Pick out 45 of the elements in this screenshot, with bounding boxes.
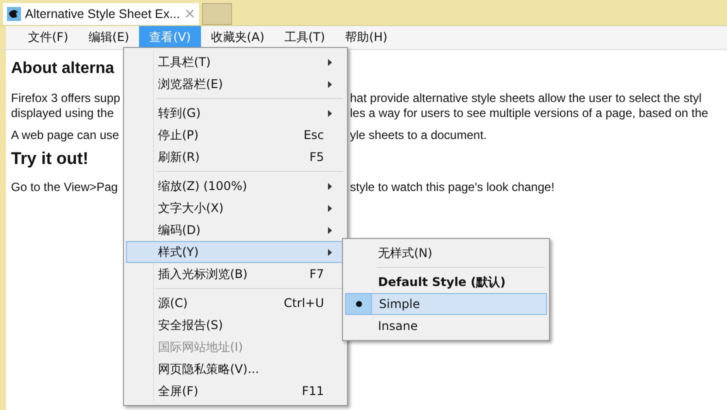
menu-item[interactable]: 插入光标浏览(B) F7: [126, 263, 345, 285]
page-text: Go to the View>Pag: [11, 180, 119, 195]
menu-item[interactable]: 安全报告(S): [126, 314, 345, 336]
submenu-arrow-icon: [328, 58, 332, 66]
page-text: style to watch this page's look change!: [350, 180, 556, 195]
menu-bar-item[interactable]: 帮助(H): [335, 26, 398, 49]
new-tab[interactable]: [202, 3, 232, 25]
menu-item[interactable]: 缩放(Z) (100%): [126, 175, 345, 197]
menu-item[interactable]: 网页隐私策略(V)...: [126, 358, 345, 380]
submenu-arrow-icon: [328, 226, 332, 234]
page-text: A web page can use: [11, 128, 120, 143]
radio-dot-icon: [356, 301, 362, 307]
submenu-arrow-icon: [328, 110, 332, 116]
submenu-arrow-icon: [328, 80, 332, 88]
menu-bar-item[interactable]: 文件(F): [18, 26, 78, 49]
page-text: About alterna: [11, 60, 116, 79]
menu-item[interactable]: 停止(P) Esc: [126, 124, 345, 146]
browser-tab[interactable]: Alternative Style Sheet Ex... ×: [3, 3, 199, 25]
tab-title: Alternative Style Sheet Ex...: [25, 7, 180, 21]
menu-item[interactable]: 样式(Y): [126, 241, 345, 263]
menu-item[interactable]: 转到(G): [126, 102, 345, 124]
menu-item[interactable]: 编码(D): [126, 219, 345, 241]
page-text: hat provide alternative style sheets allow the user to select the styl: [350, 91, 703, 106]
menu-item[interactable]: 源(C) Ctrl+U: [126, 292, 345, 314]
menu-bar-item[interactable]: 收藏夹(A): [200, 26, 274, 49]
menu-item[interactable]: Default Style (默认): [345, 271, 547, 293]
menu-item[interactable]: Simple: [345, 293, 547, 315]
menu-item[interactable]: 文字大小(X): [126, 197, 345, 219]
submenu-arrow-icon: [328, 248, 332, 256]
submenu-arrow-icon: [328, 204, 332, 212]
page-text: displayed using the: [11, 106, 115, 121]
menu-bar-item[interactable]: 编辑(E): [78, 26, 140, 49]
menu-item[interactable]: 刷新(R) F5: [126, 146, 345, 168]
menu-item[interactable]: 无样式(N): [345, 242, 547, 264]
menu-bar-item[interactable]: 工具(T): [274, 26, 336, 49]
page-text: Try it out!: [11, 149, 90, 170]
page-text: Firefox 3 offers supp: [11, 91, 122, 106]
menu-item[interactable]: 全屏(F) F11: [126, 380, 345, 402]
page-text: les a way for users to see multiple versions of a page, based on the: [350, 106, 710, 121]
submenu-arrow-icon: [328, 182, 332, 190]
page-text: yle sheets to a document.: [350, 128, 488, 143]
menu-item[interactable]: 工具栏(T): [126, 51, 345, 73]
menu-item[interactable]: 浏览器栏(E): [126, 73, 345, 95]
menu-item[interactable]: Insane: [345, 315, 547, 337]
bird-icon: [7, 7, 21, 21]
